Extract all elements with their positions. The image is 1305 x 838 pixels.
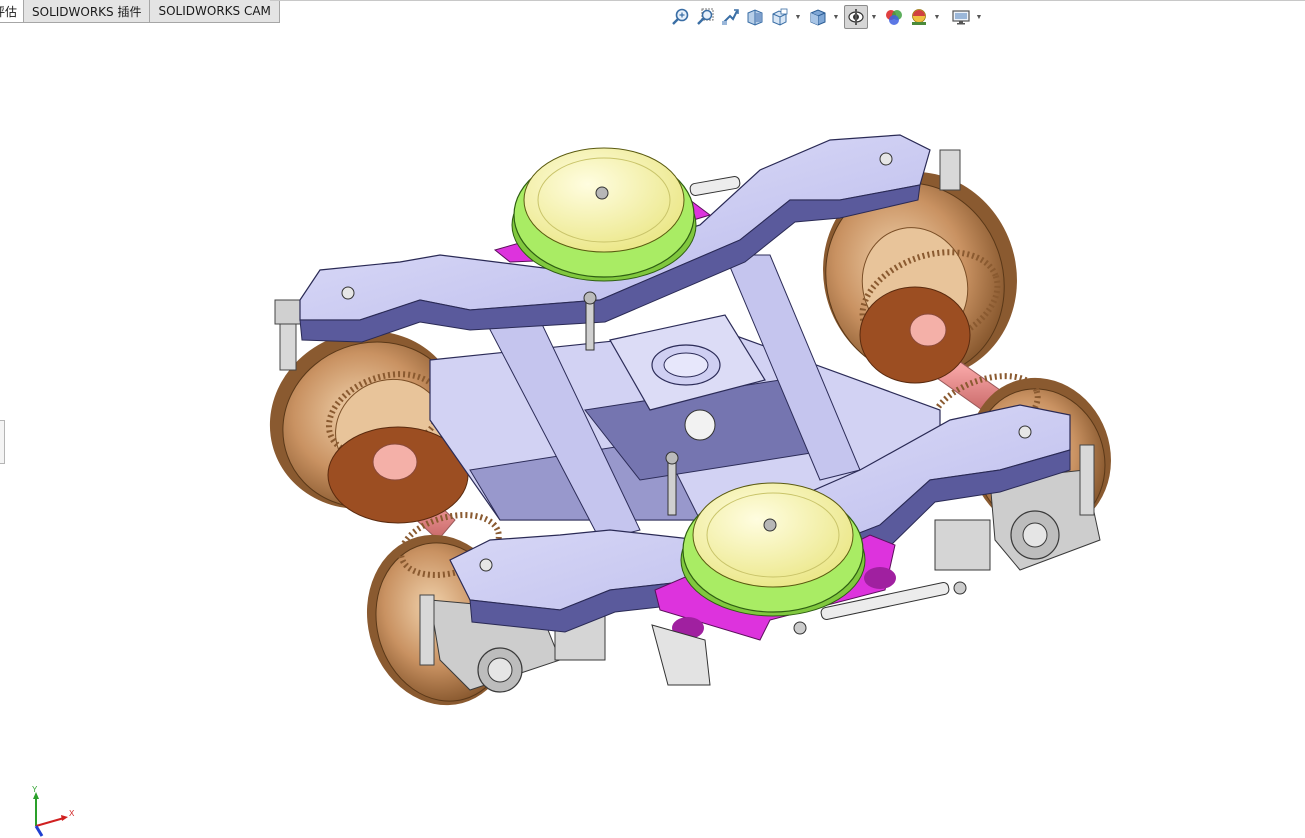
triad-x-axis-icon [35,817,65,827]
air-spring-rear [511,147,697,282]
yaw-damper [689,176,741,196]
anti-roll-link-rear [583,291,597,351]
brake-disc-rear [859,286,971,384]
reference-triad: Y X [32,786,75,837]
bogie-3d-model[interactable] [0,0,1305,838]
anti-roll-link-front [665,451,679,516]
triad-y-label: Y [32,786,38,794]
triad-x-label: X [69,809,75,818]
triad-z-axis-icon [34,825,44,837]
axle-box-rear-right [939,149,961,191]
